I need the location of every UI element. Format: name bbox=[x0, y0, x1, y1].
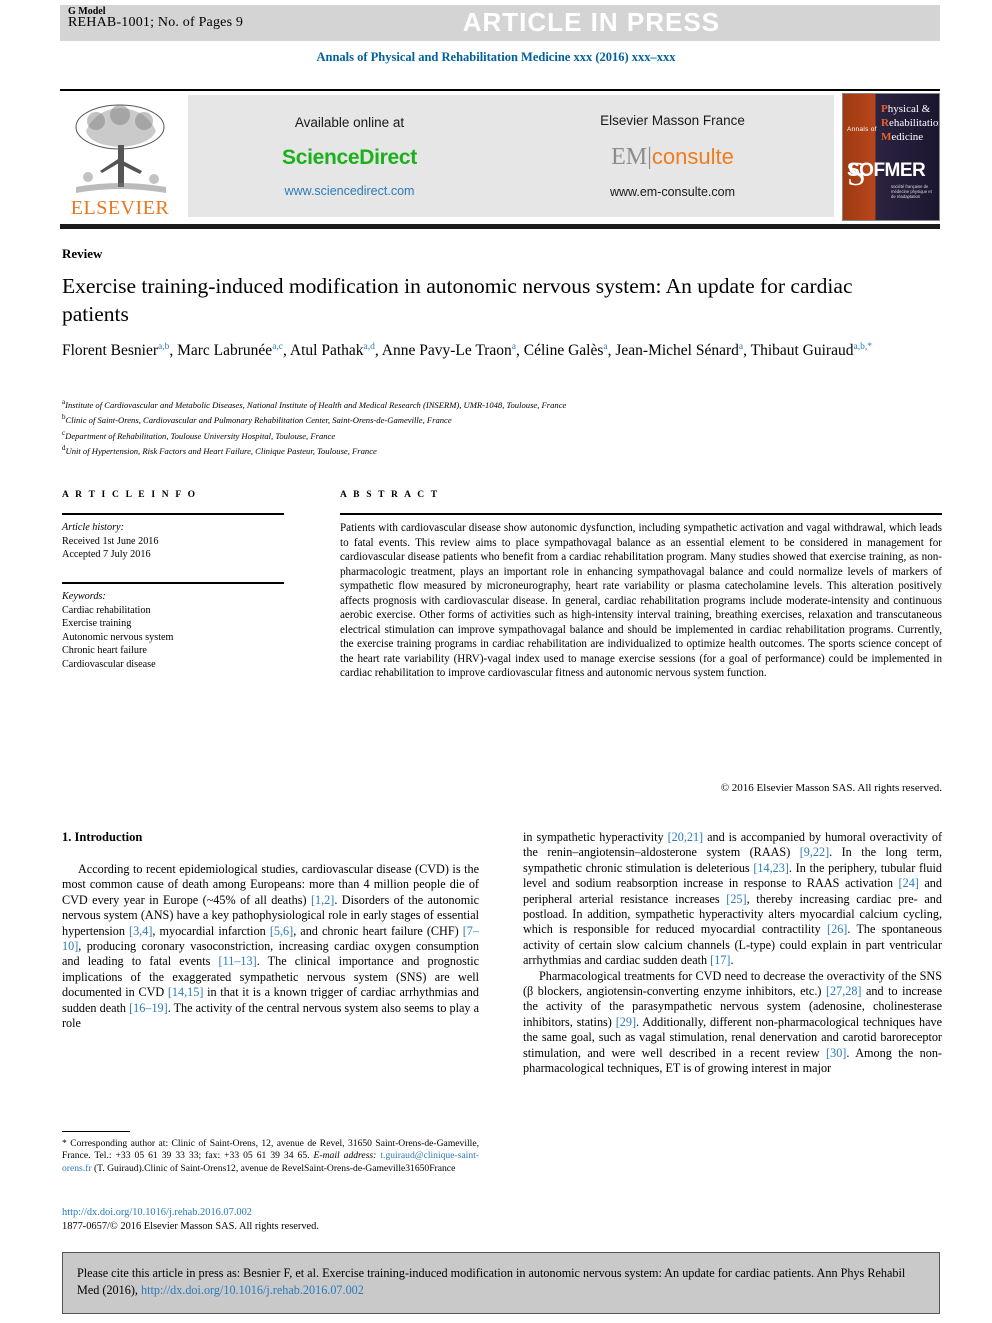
keyword-item: Exercise training bbox=[62, 618, 132, 630]
sofmer-logo-text: SOFMER bbox=[847, 160, 926, 181]
keyword-item: Autonomic nervous system bbox=[62, 631, 174, 643]
affiliation-item: cDepartment of Rehabilitation, Toulouse … bbox=[62, 428, 336, 441]
email-address-label: E-mail address: bbox=[313, 1150, 377, 1162]
elsevier-wordmark: ELSEVIER bbox=[70, 197, 170, 219]
article-section-type: Review bbox=[62, 246, 103, 261]
elsevier-logo: ELSEVIER bbox=[60, 95, 180, 219]
cover-line-2-cap: R bbox=[881, 117, 889, 129]
footnote-rule bbox=[62, 1131, 130, 1133]
affiliation-marker: c bbox=[62, 428, 66, 437]
issn-copyright: 1877-0657/© 2016 Elsevier Masson SAS. Al… bbox=[62, 1221, 319, 1232]
available-online-label: Available online at bbox=[294, 114, 405, 130]
body-column-right: in sympathetic hyperactivity [20,21] and… bbox=[523, 830, 942, 1077]
email-address-suffix: (T. Guiraud).Clinic of Saint-Orens12, av… bbox=[93, 1162, 456, 1174]
affiliation-item: aInstitute of Cardiovascular and Metabol… bbox=[62, 398, 567, 410]
masthead-top-rule bbox=[60, 89, 940, 91]
masthead-bottom-rule bbox=[60, 224, 940, 229]
elsevier-tree-icon bbox=[75, 104, 166, 193]
doi-footer-block: http://dx.doi.org/10.1016/j.rehab.2016.0… bbox=[62, 1206, 492, 1234]
journal-reference-line: Annals of Physical and Rehabilitation Me… bbox=[316, 50, 676, 64]
cover-line-1-cap: P bbox=[881, 103, 888, 115]
page-title: Exercise training-induced modification i… bbox=[62, 274, 853, 326]
introduction-heading: 1. Introduction bbox=[62, 830, 143, 844]
article-info-rule-mid bbox=[62, 582, 284, 584]
article-info-heading: A R T I C L E I N F O bbox=[62, 490, 198, 500]
cover-line-3: edicine bbox=[891, 131, 924, 143]
affiliation-marker: b bbox=[62, 413, 66, 422]
affiliation-item: bClinic of Saint-Orens, Cardiovascular a… bbox=[62, 413, 452, 426]
keyword-item: Cardiac rehabilitation bbox=[62, 604, 151, 616]
article-accepted-date: Accepted 7 July 2016 bbox=[62, 549, 151, 561]
masthead-banner: Available online at ScienceDirect www.sc… bbox=[188, 95, 834, 217]
article-history-label: Article history: bbox=[62, 522, 124, 533]
affiliation-list: aInstitute of Cardiovascular and Metabol… bbox=[62, 396, 922, 458]
cover-annals-label: Annals of bbox=[847, 126, 877, 133]
journal-cover-thumbnail: Annals of Physical & Rehabilitation Medi… bbox=[842, 93, 940, 221]
abstract-copyright: © 2016 Elsevier Masson SAS. All rights r… bbox=[720, 782, 942, 794]
body-column-left: According to recent epidemiological stud… bbox=[62, 862, 479, 1031]
abstract-text: Patients with cardiovascular disease sho… bbox=[340, 522, 942, 680]
em-consulte-logo: EM|consulte bbox=[511, 144, 834, 171]
article-history-block: Article history: Received 1st June 2016 … bbox=[62, 521, 292, 562]
article-info-rule-top bbox=[62, 513, 284, 515]
sciencedirect-url-link[interactable]: www.sciencedirect.com bbox=[188, 184, 511, 198]
article-in-press-text: ARTICLE IN PRESS bbox=[462, 7, 720, 37]
journal-masthead: ELSEVIER Available online at ScienceDire… bbox=[60, 93, 940, 221]
keyword-item: Chronic heart failure bbox=[62, 645, 147, 657]
abstract-rule-top bbox=[340, 513, 942, 515]
affiliation-marker: d bbox=[62, 444, 66, 453]
sciencedirect-logo: ScienceDirect bbox=[281, 145, 417, 169]
cover-line-2: ehabilitation bbox=[888, 117, 940, 129]
em-prefix: EM bbox=[611, 144, 648, 170]
intro-paragraph-right-2: Pharmacological treatments for CVD need … bbox=[523, 968, 943, 1076]
doi-link[interactable]: http://dx.doi.org/10.1016/j.rehab.2016.0… bbox=[62, 1206, 492, 1220]
em-consulte-url-link[interactable]: www.em-consulte.com bbox=[511, 185, 834, 199]
cover-line-3-cap: M bbox=[881, 131, 892, 143]
em-consulte-block: Elsevier Masson France EM|consulte www.e… bbox=[511, 113, 834, 199]
cover-journal-title: Physical & Rehabilitation Medicine bbox=[881, 102, 940, 144]
sofmer-subtitle: société française de médecine physique e… bbox=[891, 184, 932, 199]
author-list: Florent Besniera,b, Marc Labrunéea,c, At… bbox=[62, 342, 872, 360]
article-in-press-banner: G Model REHAB-1001; No. of Pages 9 ARTIC… bbox=[60, 5, 940, 41]
article-received-date: Received 1st June 2016 bbox=[62, 535, 159, 547]
keywords-block: Keywords: Cardiac rehabilitation Exercise… bbox=[62, 590, 292, 672]
corresponding-author-footnote: * Corresponding author at: Clinic of Sai… bbox=[62, 1138, 479, 1175]
sciencedirect-block: Available online at ScienceDirect www.sc… bbox=[188, 115, 511, 198]
keywords-label: Keywords: bbox=[62, 591, 106, 602]
intro-paragraph-right-1: in sympathetic hyperactivity [20,21] and… bbox=[523, 830, 942, 968]
abstract-heading: A B S T R A C T bbox=[340, 490, 440, 500]
affiliation-marker: a bbox=[62, 398, 66, 406]
g-model-label: G Model REHAB-1001; No. of Pages 9 bbox=[68, 6, 244, 30]
elsevier-masson-label: Elsevier Masson France bbox=[600, 113, 745, 128]
keyword-item: Cardiovascular disease bbox=[62, 658, 156, 670]
cite-this-article-box: Please cite this article in press as: Be… bbox=[62, 1252, 940, 1314]
affiliation-item: dUnit of Hypertension, Risk Factors and … bbox=[62, 444, 377, 457]
cover-line-1: hysical & bbox=[887, 103, 931, 115]
intro-paragraph-left: According to recent epidemiological stud… bbox=[62, 862, 480, 1031]
keyword-list: Cardiac rehabilitation Exercise training A… bbox=[62, 604, 292, 672]
em-suffix: consulte bbox=[651, 144, 734, 169]
article-id-text: REHAB-1001; No. of Pages 9 bbox=[68, 15, 244, 30]
cite-doi-link[interactable]: http://dx.doi.org/10.1016/j.rehab.2016.0… bbox=[141, 1283, 364, 1297]
